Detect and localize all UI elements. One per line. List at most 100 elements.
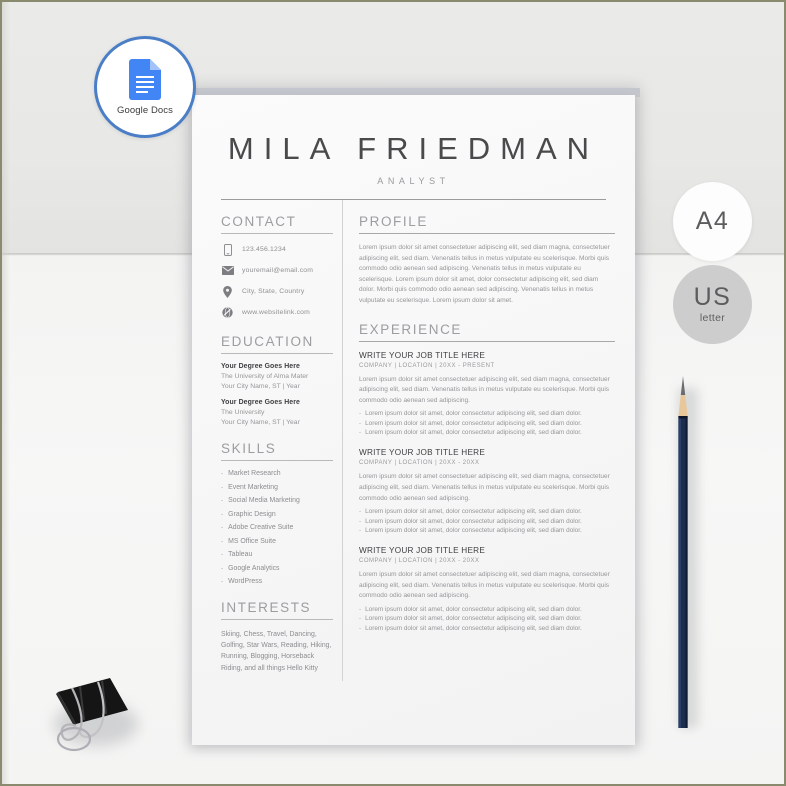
contact-heading: CONTACT: [221, 214, 297, 229]
education-rule: [221, 353, 333, 354]
contact-row-email[interactable]: youremail@email.com: [221, 264, 333, 277]
dash-bullet-icon: -: [221, 483, 224, 491]
contact-email-text: youremail@email.com: [242, 267, 314, 274]
skill-label: Adobe Creative Suite: [228, 524, 294, 531]
dash-bullet-icon: -: [359, 624, 362, 632]
contact-row-website[interactable]: www.websitelink.com: [221, 306, 333, 319]
format-badge-a4[interactable]: A4: [673, 182, 752, 261]
list-item: - Tableau: [221, 551, 333, 558]
resume-document[interactable]: MILA FRIEDMAN ANALYST CONTACT 123.456.12…: [192, 95, 635, 745]
dash-bullet-icon: -: [359, 419, 362, 427]
list-item: - Social Media Marketing: [221, 497, 333, 504]
job-bullet-text: Lorem ipsum dolor sit amet, dolor consec…: [365, 624, 582, 632]
job-bullet: - Lorem ipsum dolor sit amet, dolor conse…: [359, 615, 615, 622]
format-a4-label: A4: [695, 207, 730, 235]
dash-bullet-icon: -: [359, 605, 362, 613]
job-bullet-text: Lorem ipsum dolor sit amet, dolor consec…: [365, 410, 582, 418]
job-bullet: - Lorem ipsum dolor sit amet, dolor conse…: [359, 508, 615, 515]
job-bullet-text: Lorem ipsum dolor sit amet, dolor consec…: [365, 429, 582, 437]
education-heading: EDUCATION: [221, 334, 314, 349]
dash-bullet-icon: -: [221, 564, 224, 572]
job-bullet: - Lorem ipsum dolor sit amet, dolor conse…: [359, 625, 615, 632]
education-degree: Your Degree Goes Here: [221, 363, 300, 370]
list-item: - Google Analytics: [221, 565, 333, 572]
contact-section: CONTACT 123.456.1234 youremail@email.com: [221, 214, 333, 319]
job-bullet-text: Lorem ipsum dolor sit amet, dolor consec…: [365, 527, 582, 535]
google-docs-label: Google Docs: [116, 104, 174, 116]
resume-right-column: PROFILE Lorem ipsum dolor sit amet conse…: [359, 214, 615, 689]
job-title: WRITE YOUR JOB TITLE HERE: [359, 350, 486, 360]
resume-left-column: CONTACT 123.456.1234 youremail@email.com: [221, 214, 333, 689]
job-summary: Lorem ipsum dolor sit amet consectetuer …: [359, 473, 610, 502]
format-us-label: US: [693, 283, 732, 311]
experience-heading: EXPERIENCE: [359, 321, 463, 337]
education-school: The University: [221, 409, 265, 416]
job-bullet-text: Lorem ipsum dolor sit amet, dolor consec…: [365, 615, 582, 623]
dash-bullet-icon: -: [221, 537, 224, 545]
list-item: - Adobe Creative Suite: [221, 524, 333, 531]
contact-location-text: City, State, Country: [242, 288, 305, 295]
envelope-icon: [221, 264, 234, 277]
skill-label: Google Analytics: [228, 564, 280, 572]
skill-label: Market Research: [228, 470, 281, 477]
education-section: EDUCATION Your Degree Goes Here The Univ…: [221, 334, 333, 426]
education-item: Your Degree Goes Here The University of …: [221, 363, 333, 390]
dash-bullet-icon: -: [359, 410, 362, 418]
google-docs-badge[interactable]: Google Docs: [94, 36, 196, 138]
job-bullet: - Lorem ipsum dolor sit amet, dolor conse…: [359, 420, 615, 427]
format-us-sublabel: letter: [699, 312, 726, 324]
education-item: Your Degree Goes Here The University You…: [221, 399, 333, 426]
list-item: - Graphic Design: [221, 511, 333, 518]
resume-body: CONTACT 123.456.1234 youremail@email.com: [221, 200, 615, 689]
job-title: WRITE YOUR JOB TITLE HERE: [359, 546, 486, 556]
job-bullet: - Lorem ipsum dolor sit amet, dolor conse…: [359, 518, 615, 525]
contact-phone-text: 123.456.1234: [242, 246, 286, 253]
experience-section: EXPERIENCE WRITE YOUR JOB TITLE HERE COM…: [359, 322, 615, 632]
skill-label: Social Media Marketing: [228, 497, 300, 504]
contact-row-location[interactable]: City, State, Country: [221, 285, 333, 298]
background-left-edge: [2, 2, 10, 784]
job-bullet: - Lorem ipsum dolor sit amet, dolor conse…: [359, 606, 615, 613]
job-bullet: - Lorem ipsum dolor sit amet, dolor conse…: [359, 429, 615, 436]
experience-rule: [359, 340, 615, 342]
job-bullet-text: Lorem ipsum dolor sit amet, dolor consec…: [365, 508, 582, 516]
contact-row-phone[interactable]: 123.456.1234: [221, 243, 333, 256]
job-bullet: - Lorem ipsum dolor sit amet, dolor conse…: [359, 410, 615, 417]
job-title: WRITE YOUR JOB TITLE HERE: [359, 448, 486, 458]
profile-rule: [359, 233, 615, 234]
job-bullet-text: Lorem ipsum dolor sit amet, dolor consec…: [365, 605, 582, 613]
skills-rule: [221, 460, 333, 461]
dash-bullet-icon: -: [359, 527, 362, 535]
dash-bullet-icon: -: [221, 551, 224, 558]
list-item: - Event Marketing: [221, 484, 333, 491]
skill-label: Graphic Design: [228, 510, 276, 518]
format-badge-us-letter[interactable]: US letter: [673, 265, 752, 344]
list-item: - WordPress: [221, 578, 333, 585]
job-meta: COMPANY | LOCATION | 20XX - PRESENT: [359, 362, 495, 369]
experience-entry: WRITE YOUR JOB TITLE HERE COMPANY | LOCA…: [359, 546, 615, 632]
education-detail: Your City Name, ST | Year: [221, 419, 300, 426]
mockup-canvas: MILA FRIEDMAN ANALYST CONTACT 123.456.12…: [0, 0, 786, 786]
skills-section: SKILLS - Market Research - Event Marketing…: [221, 441, 333, 585]
dash-bullet-icon: -: [221, 524, 224, 531]
list-item: - MS Office Suite: [221, 538, 333, 545]
dash-bullet-icon: -: [359, 615, 362, 623]
skill-label: Event Marketing: [228, 483, 278, 491]
skill-label: WordPress: [228, 578, 263, 585]
job-meta: COMPANY | LOCATION | 20XX - 20XX: [359, 558, 480, 565]
dash-bullet-icon: -: [359, 508, 362, 516]
job-summary: Lorem ipsum dolor sit amet consectetuer …: [359, 571, 610, 600]
job-summary: Lorem ipsum dolor sit amet consectetuer …: [359, 375, 610, 404]
dash-bullet-icon: -: [221, 510, 224, 518]
globe-icon: [221, 306, 234, 319]
location-pin-icon: [221, 285, 234, 298]
interests-heading: INTERESTS: [221, 600, 312, 615]
experience-entry: WRITE YOUR JOB TITLE HERE COMPANY | LOCA…: [359, 448, 615, 534]
dash-bullet-icon: -: [359, 429, 362, 437]
education-degree: Your Degree Goes Here: [221, 399, 300, 406]
binder-clip: [50, 664, 140, 756]
profile-section: PROFILE Lorem ipsum dolor sit amet conse…: [359, 214, 615, 307]
skill-label: MS Office Suite: [228, 537, 276, 545]
phone-icon: [221, 243, 234, 256]
job-meta: COMPANY | LOCATION | 20XX - 20XX: [359, 460, 480, 467]
